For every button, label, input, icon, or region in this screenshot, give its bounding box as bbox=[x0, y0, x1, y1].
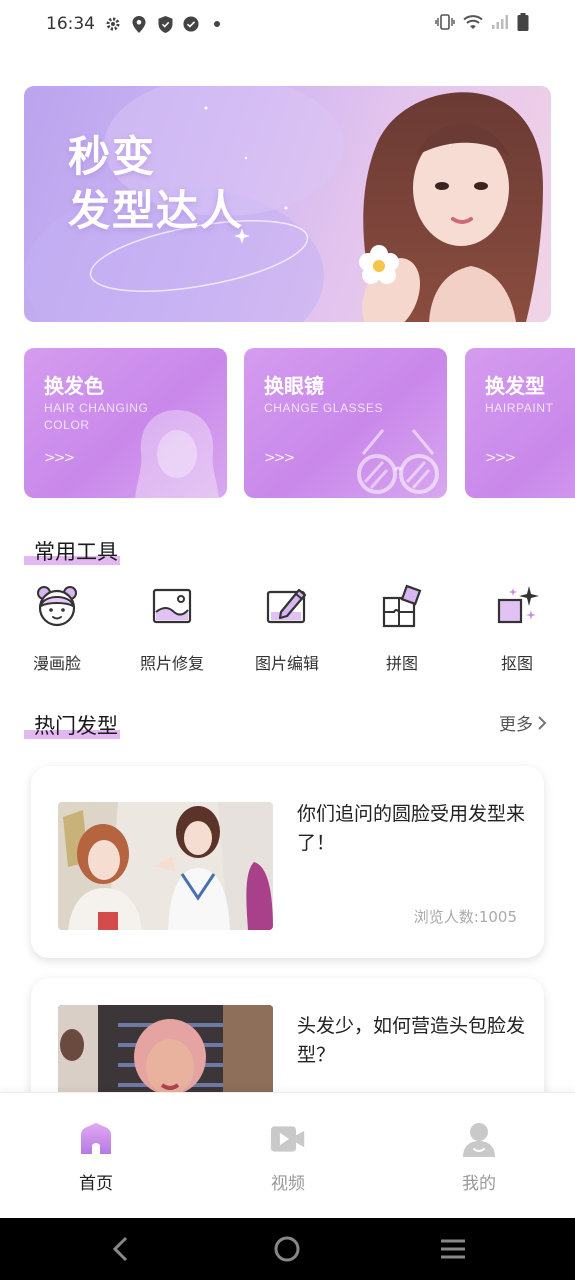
nav-profile[interactable]: 我的 bbox=[419, 1121, 539, 1194]
nav-home[interactable]: 首页 bbox=[36, 1121, 156, 1194]
article-views: 浏览人数:1005 bbox=[413, 908, 517, 926]
cartoon-face-icon bbox=[37, 586, 77, 627]
feature-title: 换发型 bbox=[485, 374, 545, 398]
hot-section-title: 热门发型 bbox=[24, 710, 120, 740]
tools-section-title: 常用工具 bbox=[24, 536, 120, 566]
dot-icon bbox=[209, 16, 225, 32]
promo-banner[interactable]: 秒变 发型达人 bbox=[24, 86, 551, 322]
back-icon[interactable] bbox=[106, 1234, 136, 1264]
tool-label: 拼图 bbox=[385, 654, 418, 673]
tools-section-title-text: 常用工具 bbox=[34, 540, 118, 564]
recents-icon[interactable] bbox=[438, 1234, 468, 1264]
tool-cutout[interactable]: 抠图 bbox=[467, 582, 567, 674]
feature-title: 换眼镜 bbox=[264, 374, 324, 398]
wifi-icon bbox=[463, 14, 483, 34]
tools-row: 漫画脸 照片修复 图片编辑 拼图 抠图 bbox=[0, 582, 575, 682]
nav-label: 视频 bbox=[271, 1174, 305, 1194]
feature-subtitle: CHANGE GLASSES bbox=[264, 401, 384, 415]
tool-label: 图片编辑 bbox=[254, 654, 319, 673]
tool-photo-repair[interactable]: 照片修复 bbox=[122, 582, 222, 674]
image-edit-icon bbox=[266, 588, 307, 624]
article-thumbnail bbox=[58, 802, 273, 930]
hot-section-title-text: 热门发型 bbox=[34, 714, 118, 738]
home-button-icon[interactable] bbox=[272, 1234, 302, 1264]
nav-label: 首页 bbox=[79, 1174, 113, 1194]
location-icon bbox=[131, 15, 147, 33]
feature-card-hairstyle[interactable]: 换发型 HAIRPAINT >>> bbox=[465, 348, 575, 498]
tool-label: 漫画脸 bbox=[32, 654, 81, 673]
system-nav-bar bbox=[0, 1218, 575, 1280]
banner-title-line1: 秒变 bbox=[68, 132, 157, 181]
tool-label: 照片修复 bbox=[139, 654, 204, 673]
feature-subtitle: HAIRPAINT bbox=[485, 401, 554, 415]
banner-model-image bbox=[359, 92, 543, 322]
vibrate-icon bbox=[435, 14, 455, 34]
signal-icon bbox=[491, 14, 509, 34]
article-card[interactable]: 你们追问的圆脸受用发型来了！ 浏览人数:1005 bbox=[31, 766, 544, 958]
status-right bbox=[435, 13, 529, 35]
battery-icon bbox=[517, 13, 529, 35]
article-title: 你们追问的圆脸受用发型来了！ bbox=[297, 803, 526, 854]
nav-video[interactable]: 视频 bbox=[228, 1121, 348, 1194]
glasses-icon bbox=[357, 429, 439, 494]
feature-arrows: >>> bbox=[44, 450, 75, 466]
photo-repair-icon bbox=[152, 588, 192, 624]
tool-image-edit[interactable]: 图片编辑 bbox=[237, 582, 337, 674]
tool-cartoon-face[interactable]: 漫画脸 bbox=[7, 582, 107, 674]
hair-silhouette-icon bbox=[135, 410, 219, 498]
home-icon bbox=[81, 1123, 111, 1154]
banner-title-line2: 发型达人 bbox=[68, 186, 245, 235]
profile-icon bbox=[463, 1123, 495, 1157]
feature-cards: 换发色 HAIR CHANGING COLOR >>> 换眼镜 CHANGE G… bbox=[24, 348, 575, 498]
article-title: 头发少，如何营造头包脸发型？ bbox=[297, 1015, 526, 1066]
puzzle-icon bbox=[382, 584, 422, 628]
feature-card-glasses[interactable]: 换眼镜 CHANGE GLASSES >>> bbox=[244, 348, 447, 498]
more-link[interactable]: 更多 bbox=[499, 710, 547, 735]
chevron-right-icon bbox=[538, 715, 547, 730]
banner-title: 秒变 发型达人 bbox=[68, 130, 244, 238]
feature-title: 换发色 bbox=[44, 374, 104, 398]
feature-arrows: >>> bbox=[264, 450, 295, 466]
gear-icon bbox=[105, 16, 121, 32]
video-icon bbox=[270, 1126, 305, 1152]
cutout-icon bbox=[497, 586, 539, 624]
status-bar: 16:34 bbox=[0, 0, 575, 48]
tool-label: 抠图 bbox=[500, 654, 533, 673]
feature-arrows: >>> bbox=[485, 450, 516, 466]
check-circle-icon bbox=[183, 16, 199, 32]
shield-icon bbox=[157, 15, 173, 33]
status-left: 16:34 bbox=[46, 14, 225, 34]
feature-card-hair-color[interactable]: 换发色 HAIR CHANGING COLOR >>> bbox=[24, 348, 227, 498]
status-time: 16:34 bbox=[46, 14, 95, 34]
bottom-nav: 首页 视频 我的 bbox=[0, 1092, 575, 1218]
more-label: 更多 bbox=[499, 715, 533, 735]
nav-label: 我的 bbox=[462, 1174, 496, 1194]
tool-puzzle[interactable]: 拼图 bbox=[352, 582, 452, 674]
